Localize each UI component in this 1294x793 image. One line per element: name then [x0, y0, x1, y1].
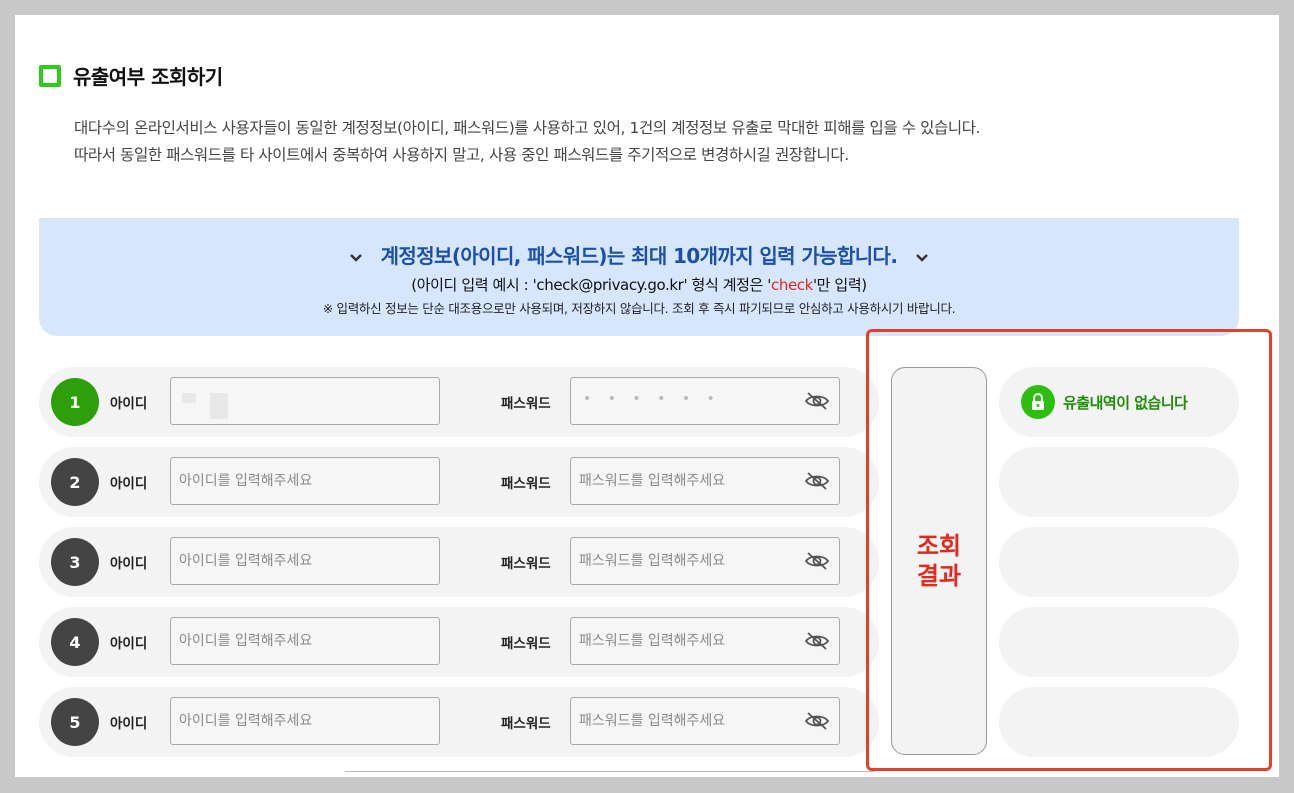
eye-slash-icon[interactable]: [804, 711, 830, 731]
section-header: 유출여부 조회하기: [39, 61, 223, 90]
banner-headline-row: 계정정보(아이디, 패스워드)는 최대 10개까지 입력 가능합니다.: [39, 240, 1239, 269]
lookup-result-button[interactable]: 조회 결과: [891, 367, 987, 755]
password-label: 패스워드: [501, 716, 551, 732]
result-row: [999, 527, 1239, 597]
password-label: 패스워드: [501, 556, 551, 572]
id-input[interactable]: [170, 537, 440, 585]
banner-example-prefix: (아이디 입력 예시 : 'check@privacy.go.kr' 형식 계정…: [411, 276, 772, 294]
banner-notice: ※ 입력하신 정보는 단순 대조용으로만 사용되며, 저장하지 않습니다. 조회…: [322, 301, 956, 316]
eye-slash-icon[interactable]: [804, 471, 830, 491]
account-row: 5 아이디 패스워드: [39, 687, 879, 757]
result-button-label-line2: 결과: [916, 562, 962, 590]
account-row: 1 아이디 패스워드 • • • • • •: [39, 367, 879, 437]
id-input[interactable]: [170, 617, 440, 665]
password-input[interactable]: [570, 537, 840, 585]
row-number: 3: [51, 538, 99, 586]
password-label: 패스워드: [501, 476, 551, 492]
account-row: 2 아이디 패스워드: [39, 447, 879, 517]
chevron-down-icon: [349, 248, 363, 267]
result-row: [999, 607, 1239, 677]
result-status-text: 유출내역이 없습니다: [1063, 393, 1188, 412]
section-title: 유출여부 조회하기: [73, 65, 223, 89]
divider: [345, 771, 875, 772]
id-input[interactable]: [170, 457, 440, 505]
id-label: 아이디: [110, 556, 148, 572]
id-label: 아이디: [110, 716, 148, 732]
password-input[interactable]: [570, 457, 840, 505]
result-row: 유출내역이 없습니다: [999, 367, 1239, 437]
square-bullet-icon: [39, 64, 61, 87]
banner-example: (아이디 입력 예시 : 'check@privacy.go.kr' 형식 계정…: [39, 274, 1239, 295]
password-input[interactable]: [570, 697, 840, 745]
masked-password: • • • • • •: [583, 391, 721, 407]
banner-example-suffix: '만 입력): [812, 276, 867, 294]
description-line-2: 따라서 동일한 패스워드를 타 사이트에서 중복하여 사용하지 말고, 사용 중…: [74, 146, 849, 164]
result-row: [999, 447, 1239, 517]
info-banner: 계정정보(아이디, 패스워드)는 최대 10개까지 입력 가능합니다. (아이디…: [39, 218, 1239, 336]
lock-icon: [1021, 385, 1055, 419]
row-number: 1: [51, 378, 99, 426]
id-label: 아이디: [110, 396, 148, 412]
account-row: 4 아이디 패스워드: [39, 607, 879, 677]
row-number: 5: [51, 698, 99, 746]
id-label: 아이디: [110, 636, 148, 652]
section-description: 대다수의 온라인서비스 사용자들이 동일한 계정정보(아이디, 패스워드)를 사…: [74, 115, 981, 169]
password-input[interactable]: [570, 617, 840, 665]
result-button-label-line1: 조회: [916, 532, 962, 560]
id-input[interactable]: [170, 697, 440, 745]
page: 유출여부 조회하기 대다수의 온라인서비스 사용자들이 동일한 계정정보(아이디…: [15, 15, 1279, 777]
password-label: 패스워드: [501, 636, 551, 652]
chevron-down-icon: [915, 248, 929, 267]
row-number: 4: [51, 618, 99, 666]
banner-example-highlight: check: [771, 276, 813, 294]
eye-slash-icon[interactable]: [804, 631, 830, 651]
eye-slash-icon[interactable]: [804, 551, 830, 571]
id-label: 아이디: [110, 476, 148, 492]
eye-slash-icon[interactable]: [804, 391, 830, 411]
password-label: 패스워드: [501, 396, 551, 412]
banner-headline: 계정정보(아이디, 패스워드)는 최대 10개까지 입력 가능합니다.: [380, 244, 898, 268]
result-row: [999, 687, 1239, 757]
row-number: 2: [51, 458, 99, 506]
account-row: 3 아이디 패스워드: [39, 527, 879, 597]
masked-id-value: [182, 393, 228, 423]
description-line-1: 대다수의 온라인서비스 사용자들이 동일한 계정정보(아이디, 패스워드)를 사…: [74, 119, 981, 137]
